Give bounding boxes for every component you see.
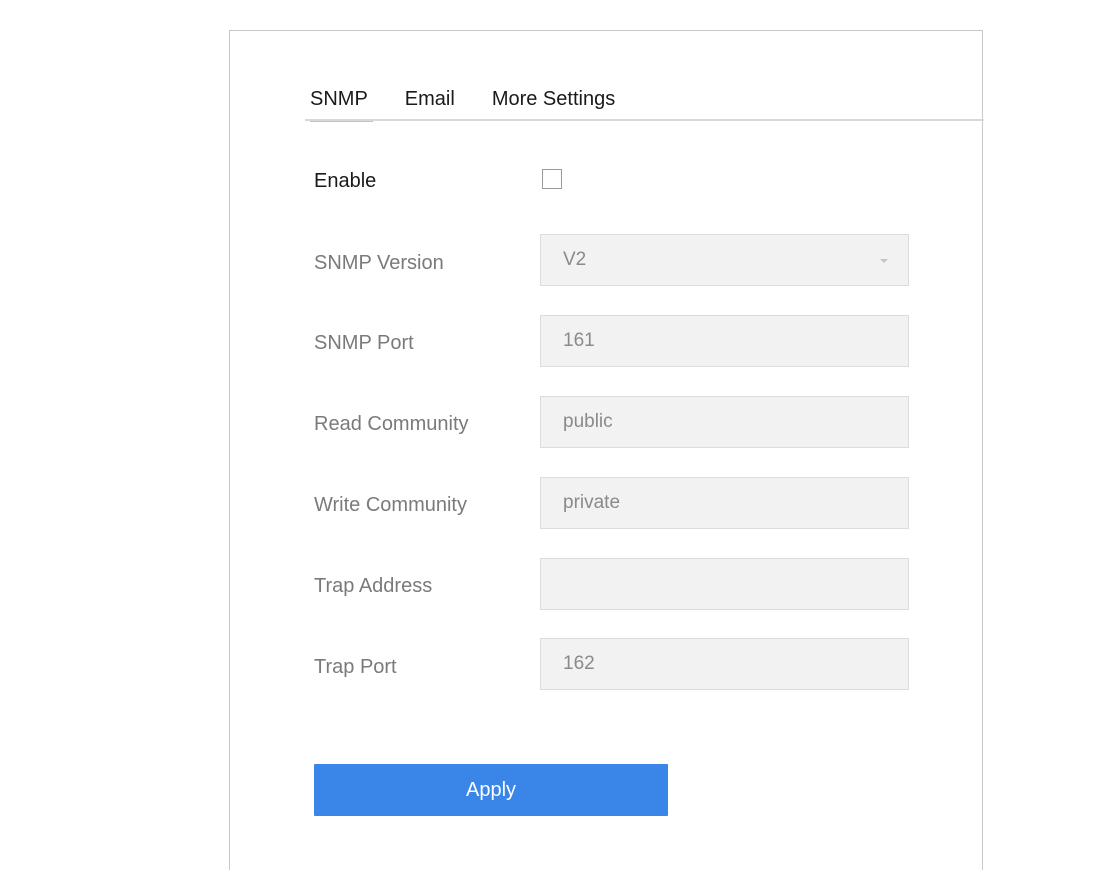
apply-button[interactable]: Apply [314,764,668,816]
snmp-port-label: SNMP Port [314,332,414,354]
write-community-input[interactable] [540,477,909,529]
trap-port-input[interactable] [540,638,909,690]
read-community-input[interactable] [540,396,909,448]
read-community-label: Read Community [314,413,469,435]
tab-divider [305,119,984,121]
trap-address-input[interactable] [540,558,909,610]
chevron-down-icon [880,259,888,263]
tab-snmp[interactable]: SNMP [310,87,373,122]
snmp-settings-panel: SNMP Email More Settings Enable SNMP Ver… [229,30,984,870]
tab-bar: SNMP Email More Settings [310,87,652,122]
tab-more-settings[interactable]: More Settings [492,87,615,121]
write-community-label: Write Community [314,494,467,516]
trap-port-label: Trap Port [314,656,397,678]
tab-email[interactable]: Email [405,87,455,121]
snmp-version-select[interactable]: V2 [540,234,909,286]
snmp-port-input[interactable] [540,315,909,367]
snmp-version-value: V2 [563,249,587,270]
snmp-version-label: SNMP Version [314,252,444,274]
enable-checkbox[interactable] [542,169,562,189]
trap-address-label: Trap Address [314,575,433,597]
enable-label: Enable [314,170,377,192]
